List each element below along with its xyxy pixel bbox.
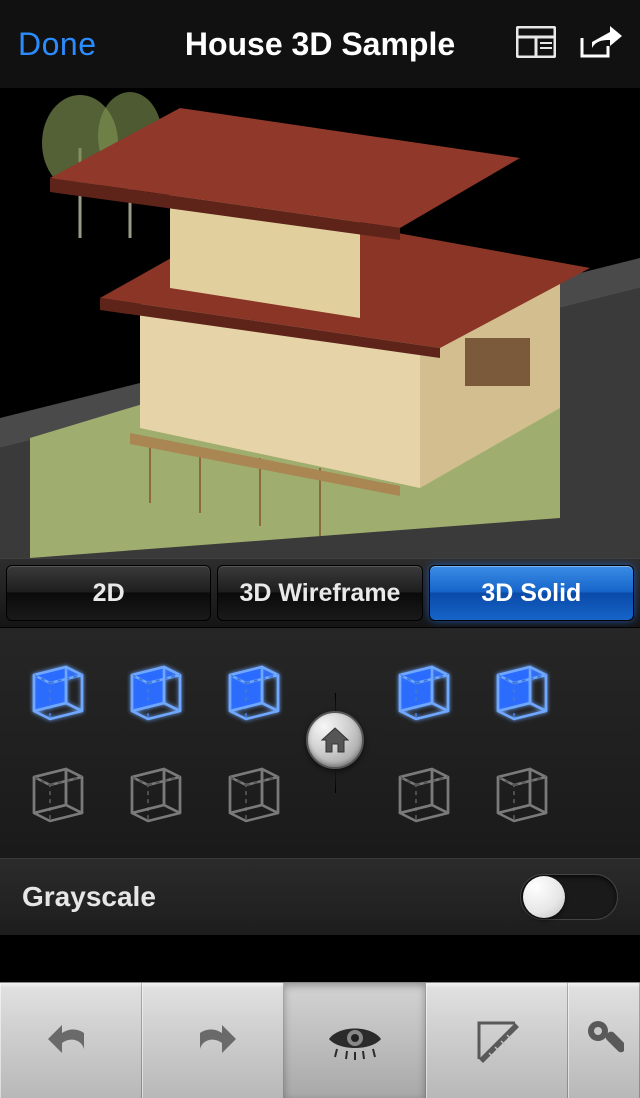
layers-icon[interactable] — [516, 26, 556, 63]
undo-icon — [44, 1021, 98, 1061]
view-cube-iso-nw[interactable] — [478, 646, 558, 732]
model-viewport[interactable] — [0, 88, 640, 558]
grayscale-label: Grayscale — [22, 881, 156, 913]
tab-3d-wireframe[interactable]: 3D Wireframe — [217, 565, 422, 621]
view-mode-tabs: 2D 3D Wireframe 3D Solid — [0, 558, 640, 628]
redo-icon — [186, 1021, 240, 1061]
grayscale-toggle[interactable] — [520, 874, 618, 920]
ruler-icon — [471, 1015, 523, 1067]
share-icon[interactable] — [578, 24, 622, 65]
view-orientation-panel — [0, 628, 640, 858]
visibility-button[interactable] — [284, 983, 426, 1098]
eye-icon — [323, 1019, 387, 1063]
tab-3d-solid[interactable]: 3D Solid — [429, 565, 634, 621]
bottom-toolbar — [0, 982, 640, 1098]
view-cube-bottom-sw[interactable] — [14, 748, 94, 834]
top-bar: Done House 3D Sample — [0, 0, 640, 88]
toggle-knob — [523, 876, 565, 918]
wrench-icon — [584, 1017, 624, 1065]
view-cube-bottom-front[interactable] — [112, 748, 192, 834]
view-cube-iso-se[interactable] — [380, 748, 460, 834]
top-actions — [516, 24, 622, 65]
view-cube-top-se[interactable] — [210, 646, 290, 732]
view-cube-top-front[interactable] — [112, 646, 192, 732]
ortho-views-grid — [14, 646, 290, 834]
page-title: House 3D Sample — [185, 26, 455, 63]
iso-views-grid — [380, 646, 558, 834]
more-tools-button[interactable] — [568, 983, 640, 1098]
view-cube-top-sw[interactable] — [14, 646, 94, 732]
view-cube-iso-ne[interactable] — [380, 646, 460, 732]
home-icon — [320, 726, 350, 754]
view-cube-iso-sw[interactable] — [478, 748, 558, 834]
done-button[interactable]: Done — [18, 26, 97, 63]
home-view-button[interactable] — [306, 711, 364, 769]
measure-button[interactable] — [426, 983, 568, 1098]
grayscale-row: Grayscale — [0, 858, 640, 936]
undo-button[interactable] — [0, 983, 142, 1098]
tab-2d[interactable]: 2D — [6, 565, 211, 621]
redo-button[interactable] — [142, 983, 284, 1098]
view-cube-bottom-se[interactable] — [210, 748, 290, 834]
